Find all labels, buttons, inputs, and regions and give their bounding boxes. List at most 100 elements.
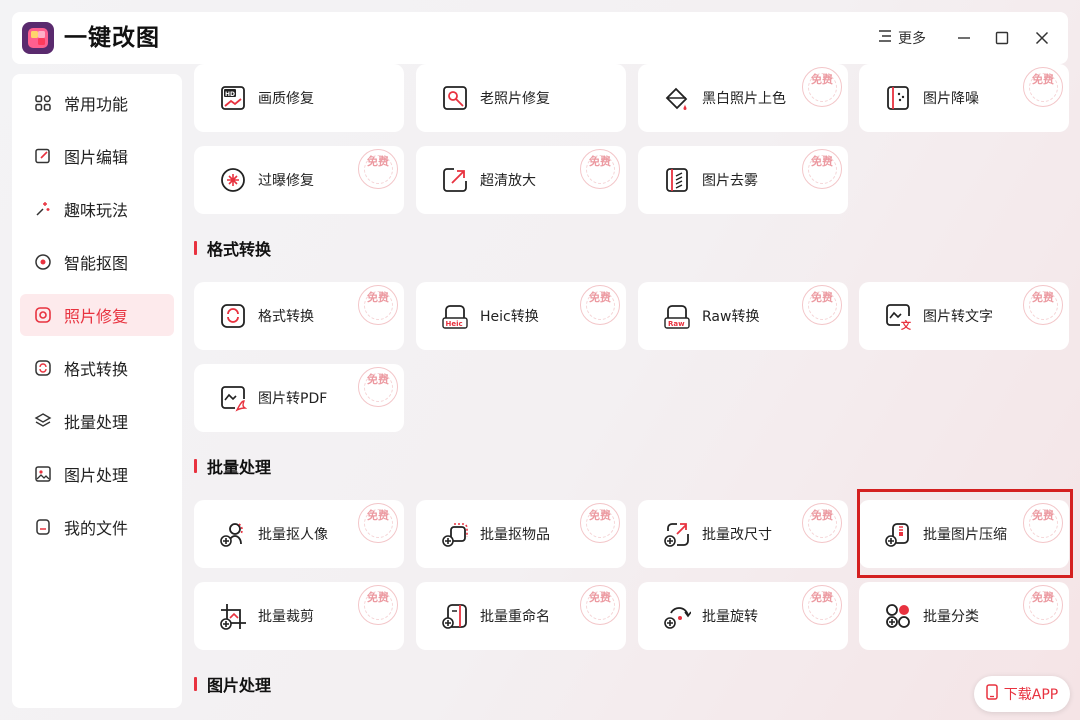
card-label: 图片转PDF: [258, 391, 328, 407]
sidebar-item-edit[interactable]: 图片编辑: [20, 135, 174, 177]
card-batch-cutout-object[interactable]: 批量抠物品 免费: [416, 500, 626, 568]
svg-text:Raw: Raw: [668, 320, 685, 328]
svg-text:Heic: Heic: [446, 320, 463, 328]
card-label: 批量图片压缩: [923, 527, 1007, 543]
free-badge: 免费: [358, 503, 398, 543]
layers-icon: [34, 412, 52, 430]
card-label: Heic转换: [480, 309, 539, 325]
card-raw-convert[interactable]: Raw Raw转换 免费: [638, 282, 848, 350]
card-old-photo-repair[interactable]: 老照片修复: [416, 64, 626, 132]
file-icon: [34, 518, 52, 536]
batch-rotate-icon: [662, 601, 692, 631]
sidebar-item-image[interactable]: 图片处理: [20, 453, 174, 495]
card-batch-resize[interactable]: 批量改尺寸 免费: [638, 500, 848, 568]
download-app-button[interactable]: 下载APP: [974, 676, 1070, 712]
card-dehaze[interactable]: 图片去雾 免费: [638, 146, 848, 214]
card-label: Raw转换: [702, 309, 760, 325]
edit-icon: [34, 147, 52, 165]
close-button[interactable]: [1030, 26, 1054, 50]
card-image-to-text[interactable]: 文 图片转文字 免费: [859, 282, 1069, 350]
card-label: 批量分类: [923, 609, 979, 625]
svg-text:HD: HD: [225, 91, 235, 98]
enlarge-icon: [440, 165, 470, 195]
repair-icon: [34, 306, 52, 324]
free-badge: 免费: [580, 503, 620, 543]
old-photo-icon: [440, 83, 470, 113]
card-label: 过曝修复: [258, 173, 314, 189]
card-batch-cutout-person[interactable]: 批量抠人像 免费: [194, 500, 404, 568]
card-label: 图片转文字: [923, 309, 993, 325]
sidebar-item-batch[interactable]: 批量处理: [20, 400, 174, 442]
section-title-format: 格式转换: [194, 238, 271, 259]
card-format-convert[interactable]: 格式转换 免费: [194, 282, 404, 350]
card-colorize[interactable]: 黑白照片上色 免费: [638, 64, 848, 132]
denoise-icon: [883, 83, 913, 113]
raw-icon: Raw: [662, 301, 692, 331]
sidebar-item-label: 智能抠图: [64, 254, 129, 273]
more-button[interactable]: 更多: [878, 26, 926, 50]
sidebar-item-cutout[interactable]: 智能抠图: [20, 241, 174, 283]
section-title-batch: 批量处理: [194, 456, 272, 477]
card-batch-rename[interactable]: 批量重命名 免费: [416, 582, 626, 650]
card-batch-rotate[interactable]: 批量旋转 免费: [638, 582, 848, 650]
minimize-button[interactable]: [952, 26, 976, 50]
sidebar-item-format[interactable]: 格式转换: [20, 347, 174, 389]
card-denoise[interactable]: 图片降噪 免费: [859, 64, 1069, 132]
section-title-image: 图片处理: [194, 674, 271, 695]
section-accent-bar: [194, 241, 197, 255]
app-title: 一键改图: [64, 25, 160, 51]
paint-bucket-icon: [662, 83, 692, 113]
card-heic-convert[interactable]: Heic Heic转换 免费: [416, 282, 626, 350]
sidebar-item-fun[interactable]: 趣味玩法: [20, 188, 174, 230]
card-quality-repair[interactable]: HD 画质修复: [194, 64, 404, 132]
card-image-to-pdf[interactable]: 图片转PDF 免费: [194, 364, 404, 432]
target-icon: [34, 253, 52, 271]
card-label: 批量旋转: [702, 609, 758, 625]
free-badge: 免费: [358, 285, 398, 325]
card-batch-crop[interactable]: 批量裁剪 免费: [194, 582, 404, 650]
section-title-text: 批量处理: [207, 458, 272, 477]
card-batch-classify[interactable]: 批量分类 免费: [859, 582, 1069, 650]
card-label: 老照片修复: [480, 91, 550, 107]
batch-rename-icon: [440, 601, 470, 631]
menu-icon: [878, 29, 892, 47]
free-badge: 免费: [358, 149, 398, 189]
more-label: 更多: [898, 31, 926, 47]
batch-resize-icon: [662, 519, 692, 549]
convert-icon: [218, 301, 248, 331]
sidebar-item-common[interactable]: 常用功能: [20, 82, 174, 124]
card-label: 批量重命名: [480, 609, 550, 625]
section-accent-bar: [194, 459, 197, 473]
sidebar-item-label: 我的文件: [64, 519, 129, 538]
free-badge: 免费: [1023, 67, 1063, 107]
card-batch-compress[interactable]: 批量图片压缩 免费: [859, 500, 1069, 568]
title-bar: 一键改图 更多: [12, 12, 1068, 64]
card-overexposure-repair[interactable]: 过曝修复 免费: [194, 146, 404, 214]
phone-icon: [986, 684, 998, 704]
card-label: 批量裁剪: [258, 609, 314, 625]
batch-person-icon: [218, 519, 248, 549]
sidebar-item-my-files[interactable]: 我的文件: [20, 506, 174, 548]
free-badge: 免费: [802, 67, 842, 107]
batch-object-icon: [440, 519, 470, 549]
grid-icon: [34, 94, 52, 112]
sidebar-item-label: 常用功能: [64, 95, 129, 114]
free-badge: 免费: [580, 149, 620, 189]
card-label: 批量抠物品: [480, 527, 550, 543]
free-badge: 免费: [580, 585, 620, 625]
free-badge: 免费: [580, 285, 620, 325]
sidebar-item-photo-repair[interactable]: 照片修复: [20, 294, 174, 336]
maximize-button[interactable]: [990, 26, 1014, 50]
batch-crop-icon: [218, 601, 248, 631]
sidebar-item-label: 图片编辑: [64, 148, 129, 167]
convert-icon: [34, 359, 52, 377]
dehaze-icon: [662, 165, 692, 195]
app-logo-icon: [22, 22, 54, 54]
sidebar-item-label: 图片处理: [64, 466, 129, 485]
sidebar-item-label: 格式转换: [64, 360, 129, 379]
card-label: 格式转换: [258, 309, 314, 325]
card-upscale[interactable]: 超清放大 免费: [416, 146, 626, 214]
free-badge: 免费: [1023, 285, 1063, 325]
card-label: 超清放大: [480, 173, 536, 189]
sun-icon: [218, 165, 248, 195]
